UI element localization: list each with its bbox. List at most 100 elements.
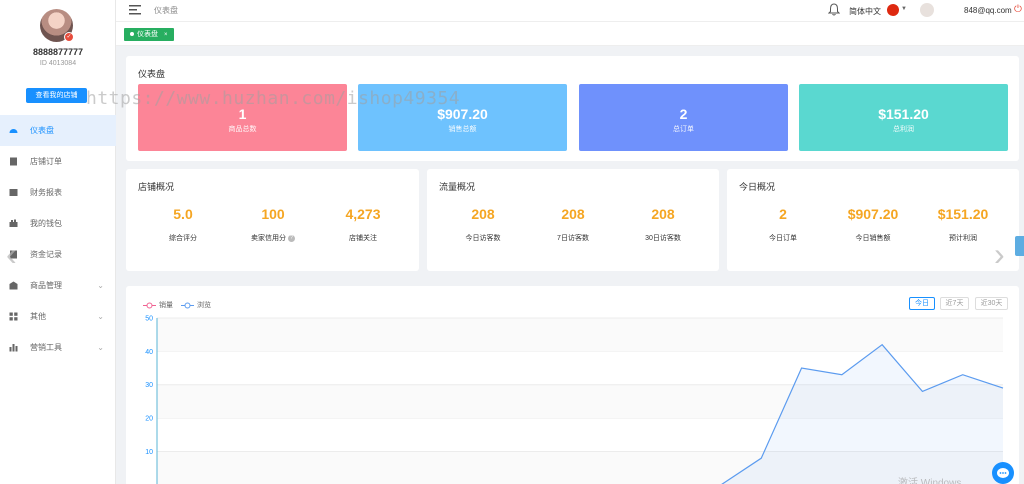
metric-value: 208: [561, 206, 585, 222]
sidebar-item-5[interactable]: 商品管理 ⌄: [0, 270, 116, 301]
sidebar: ✓ 8888877777 ID 4013084 查看我的店铺 仪表盘 店铺订单 财务…: [0, 0, 116, 484]
stat-card-3[interactable]: $151.20 总利润: [799, 84, 1008, 151]
y-tick-label: 20: [145, 416, 153, 423]
stat-label: 销售总额: [448, 126, 477, 133]
sidebar-item-label: 仪表盘: [30, 126, 54, 135]
stat-value: 1: [238, 106, 247, 122]
sidebar-item-7[interactable]: 营销工具 ⌄: [0, 332, 116, 363]
order-icon: [9, 157, 18, 166]
metric-value: 2: [779, 206, 787, 222]
view-shop-button[interactable]: 查看我的店铺: [26, 88, 87, 103]
stat-label: 商品总数: [228, 126, 257, 133]
metric-label: 今日访客数: [465, 235, 501, 242]
stat-value: $151.20: [878, 106, 929, 122]
sidebar-item-label: 店铺订单: [30, 157, 62, 166]
stat-card-2[interactable]: 2 总订单: [579, 84, 788, 151]
sidebar-item-0[interactable]: 仪表盘: [0, 115, 116, 146]
stat-card-0[interactable]: 1 商品总数: [138, 84, 347, 151]
metric-value: $151.20: [937, 206, 989, 222]
sidebar-item-6[interactable]: 其他 ⌄: [0, 301, 116, 332]
store-metric-0: 5.0 综合评分: [133, 206, 233, 243]
stat-label: 总利润: [893, 126, 914, 133]
metric-label: 综合评分: [169, 235, 197, 242]
sidebar-item-3[interactable]: 我的钱包: [0, 208, 116, 239]
legend-item-0[interactable]: 销量: [143, 300, 173, 310]
os-activation-watermark: 激活 Windows: [898, 478, 962, 484]
chevron-down-icon[interactable]: ▼: [901, 6, 907, 12]
metric-label: 30日访客数: [645, 235, 681, 242]
traffic-overview-title: 流量概况: [439, 182, 476, 192]
traffic-metric-2: 208 30日访客数: [613, 206, 713, 243]
legend-marker: [143, 302, 156, 308]
top-avatar[interactable]: [920, 3, 934, 17]
metric-value: 5.0: [173, 206, 193, 222]
range-30days-button[interactable]: 近30天: [975, 297, 1008, 310]
metric-value: $907.20: [847, 206, 899, 222]
metric-value: 4,273: [345, 206, 381, 222]
store-overview-title: 店铺概况: [138, 182, 175, 192]
metric-value: 208: [651, 206, 675, 222]
range-7days-button[interactable]: 近7天: [940, 297, 969, 310]
stat-value: 2: [679, 106, 688, 122]
stat-card-1[interactable]: $907.20 销售总额: [358, 84, 567, 151]
metric-value: 208: [471, 206, 495, 222]
sidebar-item-label: 营销工具: [30, 343, 62, 352]
stat-value: $907.20: [437, 106, 488, 122]
breadcrumb: 仪表盘: [154, 6, 178, 15]
sidebar-item-1[interactable]: 店铺订单: [0, 146, 116, 177]
sidebar-nav: 仪表盘店铺订单财务报表我的钱包资金记录商品管理 ⌄ 其他 ⌄ 营销工具 ⌄: [0, 115, 116, 363]
sidebar-item-4[interactable]: 资金记录: [0, 239, 116, 270]
sidebar-item-label: 财务报表: [30, 188, 62, 197]
stat-label: 总订单: [673, 126, 694, 133]
china-flag-icon[interactable]: [887, 4, 899, 16]
metric-label: 卖家信用分?: [223, 233, 323, 243]
grid-icon: [9, 312, 18, 321]
store-metric-1: 100 卖家信用分?: [223, 206, 323, 243]
chat-icon[interactable]: [992, 462, 1014, 484]
user-email[interactable]: 848@qq.com: [964, 6, 1012, 15]
dashboard-title: 仪表盘: [138, 69, 166, 79]
power-icon[interactable]: ⏻: [1014, 4, 1022, 15]
chart-legend: 销量 浏览: [143, 300, 219, 310]
wallet-icon: [9, 219, 18, 228]
tab-dashboard[interactable]: 仪表盘 ×: [124, 28, 174, 41]
sidebar-item-label: 我的钱包: [30, 219, 62, 228]
metric-value: 100: [261, 206, 285, 222]
legend-item-1[interactable]: 浏览: [181, 300, 211, 310]
line-chart: 10 20 30 40 50: [145, 316, 1004, 484]
today-metric-1: $907.20 今日销售额: [823, 206, 923, 243]
traffic-metric-0: 208 今日访客数: [433, 206, 533, 243]
y-tick-label: 40: [145, 349, 153, 356]
tab-label: 仪表盘: [137, 31, 158, 38]
goods-icon: [9, 281, 18, 290]
sidebar-item-label: 其他: [30, 312, 46, 321]
legend-marker: [181, 302, 194, 308]
chevron-right-icon[interactable]: ›: [994, 236, 1005, 273]
sidebar-item-label: 商品管理: [30, 281, 62, 290]
legend-label: 浏览: [197, 302, 211, 309]
side-tab[interactable]: [1015, 236, 1024, 256]
report-icon: [9, 188, 18, 197]
y-tick-label: 10: [145, 449, 153, 456]
today-overview-title: 今日概况: [739, 182, 776, 192]
metric-label: 今日销售额: [855, 235, 891, 242]
tab-strip: 仪表盘 ×: [116, 22, 1024, 46]
help-icon[interactable]: ?: [288, 234, 295, 242]
topbar: 仪表盘 简体中文 ▼ 848@qq.com ⏻: [116, 0, 1024, 22]
verified-badge-icon: ✓: [64, 32, 74, 42]
menu-toggle-icon[interactable]: [129, 5, 141, 15]
chevron-down-icon[interactable]: ⌄: [97, 343, 104, 352]
range-today-button[interactable]: 今日: [909, 297, 935, 310]
metric-label: 7日访客数: [557, 235, 589, 242]
chevron-left-icon[interactable]: ‹: [6, 236, 17, 273]
bell-icon[interactable]: [828, 3, 840, 16]
metric-label: 今日订单: [769, 235, 797, 242]
sidebar-item-2[interactable]: 财务报表: [0, 177, 116, 208]
language-selector[interactable]: 简体中文: [849, 6, 881, 17]
chevron-down-icon[interactable]: ⌄: [97, 312, 104, 321]
traffic-metric-1: 208 7日访客数: [523, 206, 623, 243]
close-icon[interactable]: ×: [164, 32, 168, 38]
sidebar-item-label: 资金记录: [30, 250, 62, 259]
chevron-down-icon[interactable]: ⌄: [97, 281, 104, 290]
dashboard-icon: [9, 126, 18, 135]
